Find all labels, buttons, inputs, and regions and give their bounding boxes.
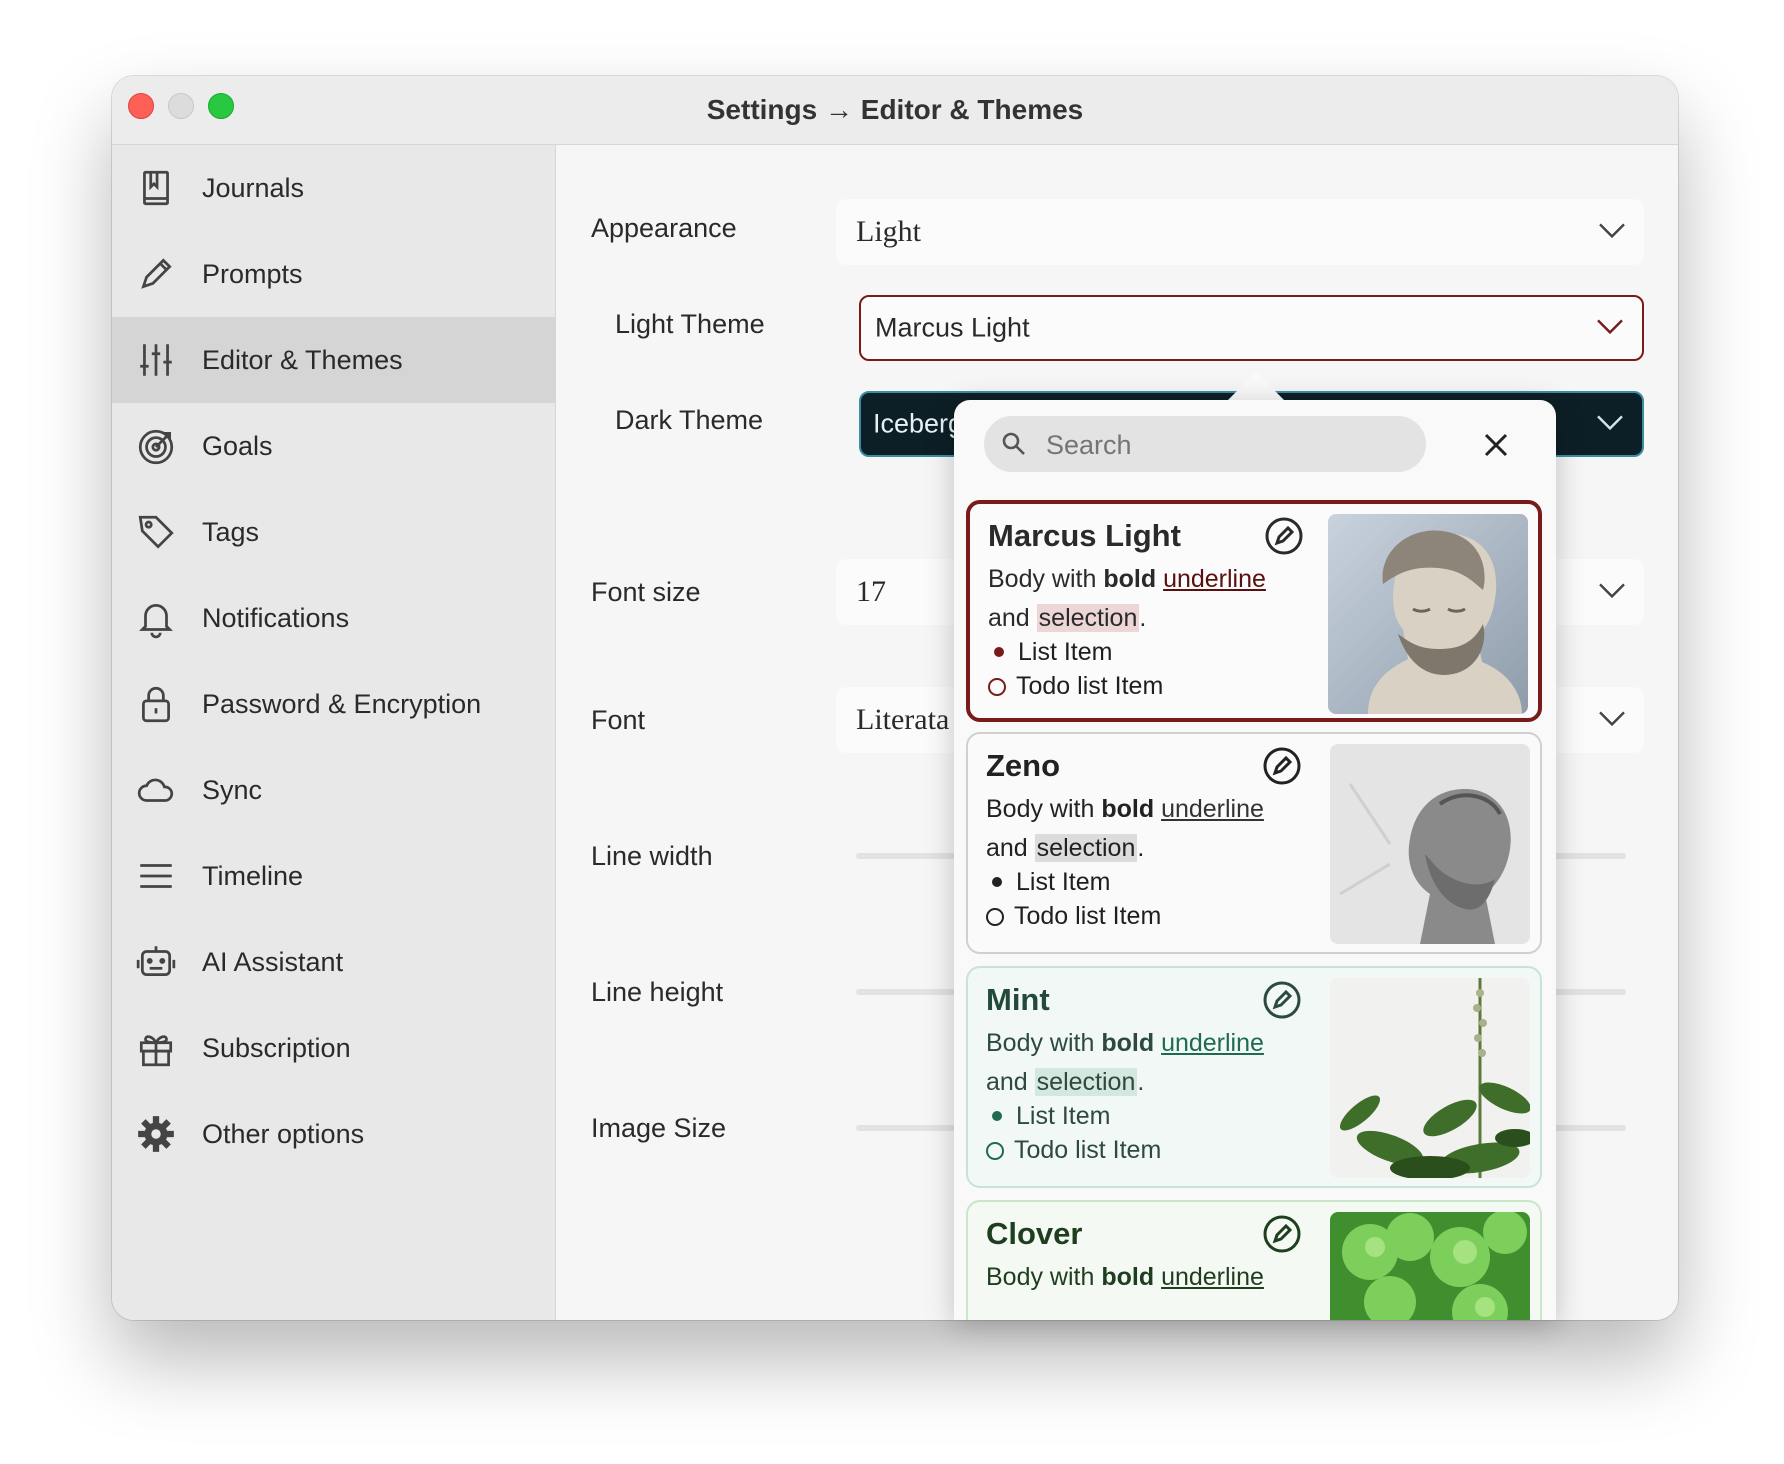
preview-list-item: List Item bbox=[986, 868, 1110, 897]
theme-preview-text: Body with bold underline and selection. bbox=[986, 795, 1264, 862]
font-label: Font bbox=[591, 705, 646, 735]
sidebar-item-label: Other options bbox=[202, 1118, 365, 1149]
theme-preview-text: Body with bold underline and selection. bbox=[986, 1029, 1264, 1096]
search-input[interactable] bbox=[1044, 416, 1408, 474]
theme-search bbox=[984, 416, 1426, 474]
appearance-select[interactable]: Light bbox=[836, 199, 1644, 265]
edit-icon[interactable] bbox=[1262, 980, 1302, 1020]
sidebar-item-subscription[interactable]: Subscription bbox=[112, 1005, 555, 1091]
sidebar-item-label: Tags bbox=[202, 516, 260, 547]
theme-card-marcus-light[interactable]: Marcus Light Body with bold underline an… bbox=[966, 500, 1542, 722]
preview-todo-item: Todo list Item bbox=[986, 1136, 1161, 1165]
edit-icon[interactable] bbox=[1262, 746, 1302, 786]
bell-icon bbox=[134, 596, 178, 640]
theme-card-mint[interactable]: Mint Body with bold underline and select… bbox=[966, 966, 1542, 1188]
preview-list-item: List Item bbox=[986, 1102, 1110, 1131]
sidebar-item-label: Timeline bbox=[202, 860, 304, 891]
tag-icon bbox=[134, 510, 178, 554]
sidebar-item-password[interactable]: Password & Encryption bbox=[112, 661, 555, 747]
sidebar-item-label: Journals bbox=[202, 172, 305, 203]
sidebar-item-label: Notifications bbox=[202, 602, 350, 633]
chevron-down-icon bbox=[1599, 583, 1625, 599]
preview-todo-item: Todo list Item bbox=[988, 672, 1163, 701]
sliders-icon bbox=[134, 338, 178, 382]
preview-list-item: List Item bbox=[988, 638, 1112, 667]
zeno-bust-image bbox=[1330, 744, 1530, 944]
theme-name: Marcus Light bbox=[988, 518, 1181, 553]
dark-theme-value: Iceberg bbox=[873, 408, 964, 439]
sidebar-item-ai-assistant[interactable]: AI Assistant bbox=[112, 919, 555, 1005]
sidebar-item-label: Editor & Themes bbox=[202, 344, 403, 375]
sidebar-item-label: AI Assistant bbox=[202, 946, 344, 977]
sidebar-item-editor-themes[interactable]: Editor & Themes bbox=[112, 317, 555, 403]
close-icon[interactable] bbox=[1479, 428, 1513, 462]
font-size-value: 17 bbox=[856, 575, 886, 608]
target-icon bbox=[134, 424, 178, 468]
sidebar-item-tags[interactable]: Tags bbox=[112, 489, 555, 575]
sidebar-item-label: Password & Encryption bbox=[202, 688, 482, 719]
title-bar: Settings → Editor & Themes bbox=[112, 76, 1678, 145]
chevron-down-icon bbox=[1599, 223, 1625, 239]
gear-icon bbox=[134, 1112, 178, 1156]
sidebar-item-label: Goals bbox=[202, 430, 273, 461]
chevron-down-icon bbox=[1597, 319, 1623, 335]
appearance-value: Light bbox=[856, 215, 921, 248]
sidebar-item-label: Prompts bbox=[202, 258, 303, 289]
sidebar-item-notifications[interactable]: Notifications bbox=[112, 575, 555, 661]
cloud-icon bbox=[134, 768, 178, 812]
sidebar-item-timeline[interactable]: Timeline bbox=[112, 833, 555, 919]
theme-picker-popover: Marcus Light Body with bold underline an… bbox=[954, 400, 1556, 1320]
chevron-down-icon bbox=[1599, 711, 1625, 727]
menu-lines-icon bbox=[134, 854, 178, 898]
sidebar-item-label: Subscription bbox=[202, 1032, 351, 1063]
appearance-label: Appearance bbox=[591, 213, 737, 243]
clover-leaves-image bbox=[1330, 1212, 1530, 1320]
edit-icon[interactable] bbox=[1264, 516, 1304, 556]
sidebar-item-goals[interactable]: Goals bbox=[112, 403, 555, 489]
light-theme-select[interactable]: Marcus Light bbox=[859, 295, 1644, 361]
popover-arrow bbox=[1226, 372, 1286, 402]
sidebar-item-journals[interactable]: Journals bbox=[112, 145, 555, 231]
theme-name: Mint bbox=[986, 982, 1050, 1017]
dark-theme-label: Dark Theme bbox=[615, 405, 764, 435]
theme-name: Zeno bbox=[986, 748, 1061, 783]
theme-card-zeno[interactable]: Zeno Body with bold underline and select… bbox=[966, 732, 1542, 954]
gift-icon bbox=[134, 1026, 178, 1070]
window-title: Settings → Editor & Themes bbox=[706, 94, 1084, 125]
pencil-icon bbox=[134, 252, 178, 296]
marcus-aurelius-bust-image bbox=[1328, 514, 1528, 714]
theme-card-clover[interactable]: Clover Body with bold underline bbox=[966, 1200, 1542, 1320]
sidebar: Journals Prompts Editor & Themes Goals T… bbox=[112, 145, 556, 1320]
sidebar-item-sync[interactable]: Sync bbox=[112, 747, 555, 833]
preview-todo-item: Todo list Item bbox=[986, 902, 1161, 931]
sidebar-item-prompts[interactable]: Prompts bbox=[112, 231, 555, 317]
font-size-label: Font size bbox=[591, 577, 701, 607]
theme-preview-text: Body with bold underline bbox=[986, 1263, 1264, 1291]
font-value: Literata bbox=[856, 703, 950, 736]
image-size-label: Image Size bbox=[591, 1113, 727, 1143]
mint-plant-image bbox=[1330, 978, 1530, 1178]
light-theme-value: Marcus Light bbox=[875, 312, 1030, 343]
sidebar-item-other-options[interactable]: Other options bbox=[112, 1091, 555, 1177]
journal-icon bbox=[134, 166, 178, 210]
line-width-label: Line width bbox=[591, 841, 713, 871]
sidebar-item-label: Sync bbox=[202, 774, 263, 805]
lock-icon bbox=[134, 682, 178, 726]
line-height-label: Line height bbox=[591, 977, 724, 1007]
theme-preview-text: Body with bold underline and selection. bbox=[988, 565, 1266, 632]
edit-icon[interactable] bbox=[1262, 1214, 1302, 1254]
chevron-down-icon bbox=[1597, 415, 1623, 431]
search-icon bbox=[1002, 432, 1025, 455]
robot-icon bbox=[134, 940, 178, 984]
light-theme-label: Light Theme bbox=[615, 309, 765, 339]
theme-name: Clover bbox=[986, 1216, 1083, 1251]
